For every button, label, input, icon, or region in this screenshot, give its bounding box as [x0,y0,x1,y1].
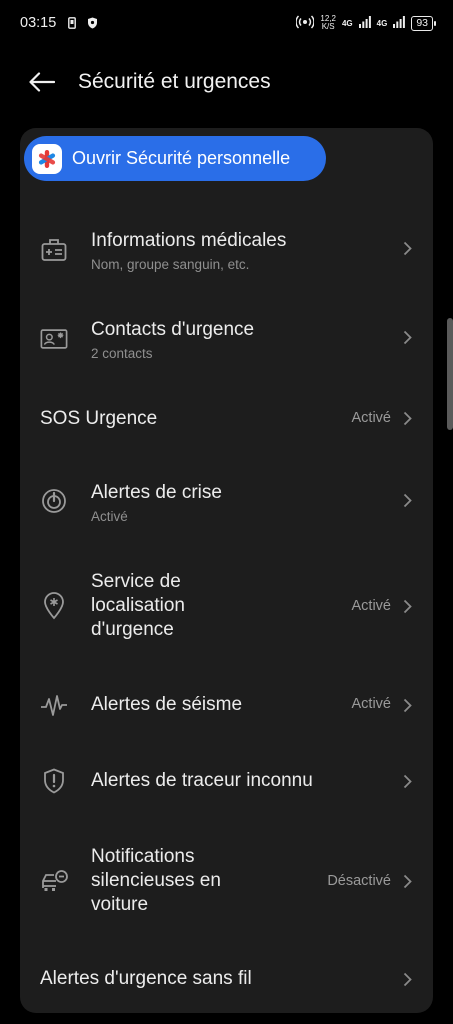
list-item-text: SOS Urgence [40,407,157,431]
open-personal-safety-button[interactable]: Ouvrir Sécurité personnelle [24,136,326,181]
list-item-title-line-3: d'urgence [91,619,174,640]
list-item-text: Notifications silencieuses en voiture [91,845,221,917]
network-speed: 12,2 K/S [320,15,336,31]
list-item-text: Alertes de traceur inconnu [91,769,313,793]
list-item-crisis-alerts[interactable]: Alertes de crise Activé [20,474,433,530]
seismic-wave-icon [40,692,68,720]
chevron-right-icon [401,773,413,789]
list-item-subtitle: Nom, groupe sanguin, etc. [91,256,250,272]
back-button[interactable] [12,56,72,108]
hotspot-icon [295,15,316,31]
list-item-title-line-2: silencieuses en [91,870,221,891]
scrollbar[interactable] [447,318,453,430]
chevron-right-icon [401,492,413,508]
list-item-title: Contacts d'urgence [91,318,255,340]
list-item-title-line-1: Service de [91,571,181,592]
chevron-right-icon [401,598,413,614]
list-item-title: Alertes de séisme [91,694,243,715]
chevron-right-icon [401,873,413,889]
list-item-wireless-emergency-alerts[interactable]: Alertes d'urgence sans fil [20,964,433,996]
list-item-text: Informations médicales Nom, groupe sangu… [91,229,286,272]
chevron-right-icon [401,410,413,426]
list-item-title: Alertes de crise [91,481,222,503]
status-bar: 03:15 12,2 K/S 4G 4G 93 [0,0,453,46]
location-asterisk-icon [40,592,68,620]
page-title: Sécurité et urgences [78,70,271,93]
list-item-title-line-1: Notifications [91,846,195,867]
status-text: Activé [351,410,392,426]
shield-notification-icon [86,17,98,29]
status-right: 12,2 K/S 4G 4G 93 [295,15,436,31]
list-item-silent-car-notifications[interactable]: Notifications silencieuses en voiture Dé… [20,843,433,919]
status-text: Activé [351,696,392,712]
net-type-2: 4G [376,18,388,28]
list-item-earthquake-alerts[interactable]: Alertes de séisme Activé [20,690,433,722]
status-text: Désactivé [327,873,391,889]
medical-id-icon [40,236,68,264]
list-item-title-line-2: localisation [91,595,185,616]
chevron-right-icon [401,329,413,345]
list-item-title-line-3: voiture [91,894,149,915]
list-item-text: Alertes d'urgence sans fil [40,967,252,991]
back-arrow-icon [29,72,55,92]
status-time: 03:15 [20,15,57,31]
net-speed-unit: K/S [321,22,335,31]
list-item-title: Informations médicales [91,229,287,251]
battery-indicator: 93 [411,15,436,31]
list-item-title: Alertes d'urgence sans fil [40,968,252,989]
list-item-text: Contacts d'urgence 2 contacts [91,318,254,361]
list-item-emergency-location[interactable]: Service de localisation d'urgence Activé [20,568,433,644]
phone-notification-icon [66,17,78,29]
contact-card-icon [40,325,68,353]
signal-icon [358,16,371,30]
list-item-emergency-contacts[interactable]: Contacts d'urgence 2 contacts [20,311,433,367]
list-item-medical-info[interactable]: Informations médicales Nom, groupe sangu… [20,222,433,278]
list-item-title: SOS Urgence [40,408,158,429]
car-mute-icon [40,867,68,895]
list-item-title: Alertes de traceur inconnu [91,770,313,791]
status-text: Activé [351,598,392,614]
list-item-sos[interactable]: SOS Urgence Activé [20,402,433,436]
chevron-right-icon [401,240,413,256]
list-item-unknown-tracker-alerts[interactable]: Alertes de traceur inconnu [20,766,433,798]
list-item-subtitle: 2 contacts [91,345,153,361]
list-item-subtitle: Activé [91,508,128,524]
signal-icon-2 [393,16,406,30]
chevron-right-icon [401,971,413,987]
list-item-text: Alertes de séisme [91,693,242,717]
personal-safety-app-icon [32,143,62,174]
list-item-text: Service de localisation d'urgence [91,570,185,642]
crisis-alert-icon [40,487,68,515]
cta-label: Ouvrir Sécurité personnelle [72,148,291,168]
chevron-right-icon [401,697,413,713]
shield-alert-icon [40,767,68,795]
app-header: Sécurité et urgences [0,56,453,108]
list-item-text: Alertes de crise Activé [91,481,222,524]
net-type-1: 4G [341,18,353,28]
